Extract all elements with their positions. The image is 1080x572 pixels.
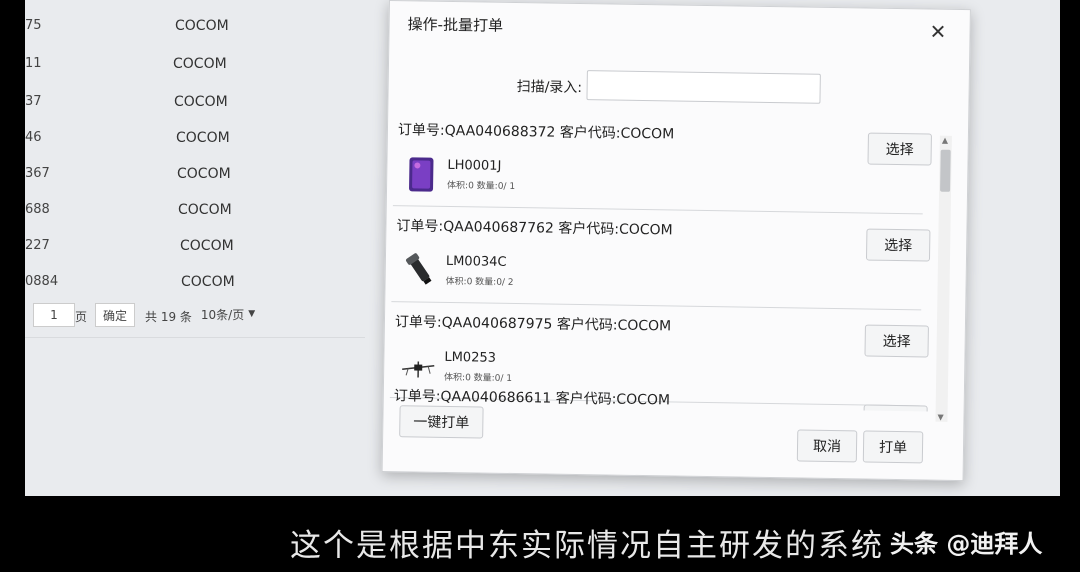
table-row[interactable]: 11 COCOM [25, 46, 365, 82]
order-id-fragment: 227 [25, 238, 50, 253]
scrollbar[interactable]: ▲ ▼ [935, 135, 952, 422]
table-row[interactable]: 75 COCOM [25, 8, 365, 44]
screen: 75 COCOM 11 COCOM 37 COCOM 46 COCOM 367 … [25, 0, 1060, 496]
background-order-list: 75 COCOM 11 COCOM 37 COCOM 46 COCOM 367 … [25, 0, 365, 300]
customer-code: COCOM [178, 202, 232, 218]
product-code: LH0001J [447, 157, 502, 174]
order-id-fragment: 37 [25, 94, 42, 109]
select-button[interactable]: 选择 [864, 324, 929, 358]
select-button[interactable]: 选择 [865, 228, 931, 262]
product-code: LM0034C [445, 253, 507, 270]
watermark: 头条 @迪拜人 [890, 530, 1043, 558]
video-caption: 这个是根据中东实际情况自主研发的系统 [290, 528, 884, 564]
product-meta: 体积:0 数量:0/ 2 [445, 276, 514, 288]
page-unit-label: 页 [75, 310, 88, 324]
customer-code: COCOM [176, 130, 230, 146]
total-count: 共 19 条 [145, 310, 192, 324]
customer-code: COCOM [173, 56, 227, 72]
table-row[interactable]: 37 COCOM [25, 84, 365, 120]
confirm-button[interactable]: 确定 [95, 303, 135, 327]
batch-print-dialog: 操作-批量打单 ✕ 扫描/录入: 订单号:QAA040688372 客户代码:C… [381, 0, 971, 482]
table-row[interactable]: 367 COCOM [25, 156, 365, 192]
table-row[interactable]: 688 COCOM [25, 192, 365, 228]
chevron-down-icon: ▼ [248, 309, 256, 319]
purple-phone-case-icon [409, 157, 434, 192]
scroll-down-icon[interactable]: ▼ [937, 413, 943, 422]
pagination: 1 页 确定 共 19 条 10条/页 ▼ [25, 300, 365, 334]
scan-label: 扫描/录入: [516, 79, 583, 97]
cancel-button[interactable]: 取消 [796, 429, 858, 463]
dialog-title: 操作-批量打单 [407, 15, 504, 35]
customer-code: COCOM [175, 18, 229, 34]
customer-code: COCOM [174, 94, 228, 110]
order-header: 订单号:QAA040687975 客户代码:COCOM [394, 314, 672, 335]
page-number-input[interactable]: 1 [33, 303, 75, 327]
scan-input[interactable] [586, 70, 821, 104]
order-header: 订单号:QAA040687762 客户代码:COCOM [396, 218, 673, 239]
order-id-fragment: 688 [25, 202, 50, 217]
order-id-fragment: 11 [25, 56, 42, 71]
order-id-fragment: 46 [25, 130, 42, 145]
list-item: 订单号:QAA040688372 客户代码:COCOM LH0001J 体积:0… [392, 113, 932, 215]
order-list: 订单号:QAA040688372 客户代码:COCOM LH0001J 体积:0… [389, 113, 934, 412]
scrollbar-thumb[interactable] [940, 149, 951, 192]
select-button[interactable]: 选择 [867, 132, 932, 166]
one-click-print-button[interactable]: 一键打单 [399, 405, 484, 439]
customer-code: COCOM [177, 166, 231, 182]
order-header: 订单号:QAA040688372 客户代码:COCOM [397, 122, 675, 143]
table-row[interactable]: 46 COCOM [25, 120, 365, 156]
print-button[interactable]: 打单 [862, 430, 924, 464]
page-size-value: 10条/页 [200, 307, 245, 322]
product-code: LM0253 [444, 349, 497, 366]
close-icon[interactable]: ✕ [929, 19, 946, 43]
select-button[interactable]: 选择 [863, 404, 928, 412]
scroll-up-icon[interactable]: ▲ [942, 136, 948, 145]
order-id-fragment: 75 [25, 18, 42, 33]
table-row[interactable]: 0884 COCOM [25, 264, 365, 300]
flashlight-icon [406, 253, 432, 285]
customer-code: COCOM [180, 238, 234, 254]
order-id-fragment: 367 [25, 166, 50, 181]
list-item: 订单号:QAA040687762 客户代码:COCOM LM0034C 体积:0… [391, 209, 931, 311]
divider [25, 337, 365, 338]
order-id-fragment: 0884 [25, 274, 59, 289]
customer-code: COCOM [181, 274, 235, 290]
table-row[interactable]: 227 COCOM [25, 228, 365, 264]
page-size-select[interactable]: 10条/页 ▼ [195, 303, 261, 325]
product-meta: 体积:0 数量:0/ 1 [447, 180, 516, 193]
